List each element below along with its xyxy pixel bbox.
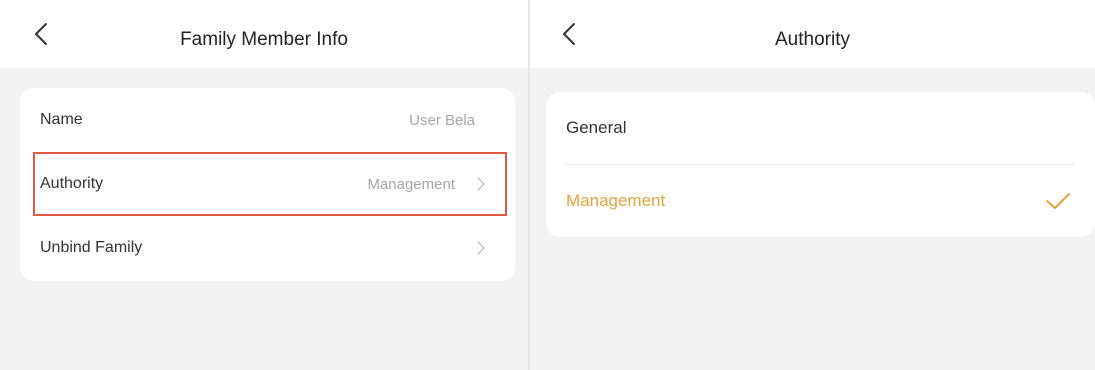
authority-value: Management bbox=[367, 175, 455, 193]
option-general[interactable]: General bbox=[546, 92, 1095, 164]
unbind-family-label: Unbind Family bbox=[40, 239, 143, 256]
chevron-right-icon bbox=[477, 241, 485, 255]
option-general-label: General bbox=[566, 118, 627, 137]
authority-label: Authority bbox=[40, 175, 104, 192]
page-title: Family Member Info bbox=[180, 29, 348, 50]
option-management[interactable]: Management bbox=[546, 165, 1095, 237]
chevron-right-icon bbox=[477, 177, 485, 191]
member-info-card: Name User Bela Authority Management Unbi… bbox=[20, 88, 515, 281]
navbar: Family Member Info bbox=[0, 0, 528, 68]
name-label: Name bbox=[40, 111, 83, 128]
authority-screen: Authority General Management bbox=[530, 0, 1095, 370]
authority-row[interactable]: Authority Management bbox=[20, 152, 515, 216]
name-value: User Bela bbox=[409, 111, 475, 129]
family-member-info-screen: Family Member Info Name User Bela Author… bbox=[0, 0, 528, 370]
unbind-family-row[interactable]: Unbind Family bbox=[20, 216, 515, 280]
page-title: Authority bbox=[775, 29, 850, 50]
navbar: Authority bbox=[530, 0, 1095, 68]
checkmark-icon bbox=[1046, 193, 1070, 209]
authority-options-card: General Management bbox=[546, 92, 1095, 237]
name-row: Name User Bela bbox=[20, 88, 515, 152]
option-management-label: Management bbox=[566, 191, 666, 210]
